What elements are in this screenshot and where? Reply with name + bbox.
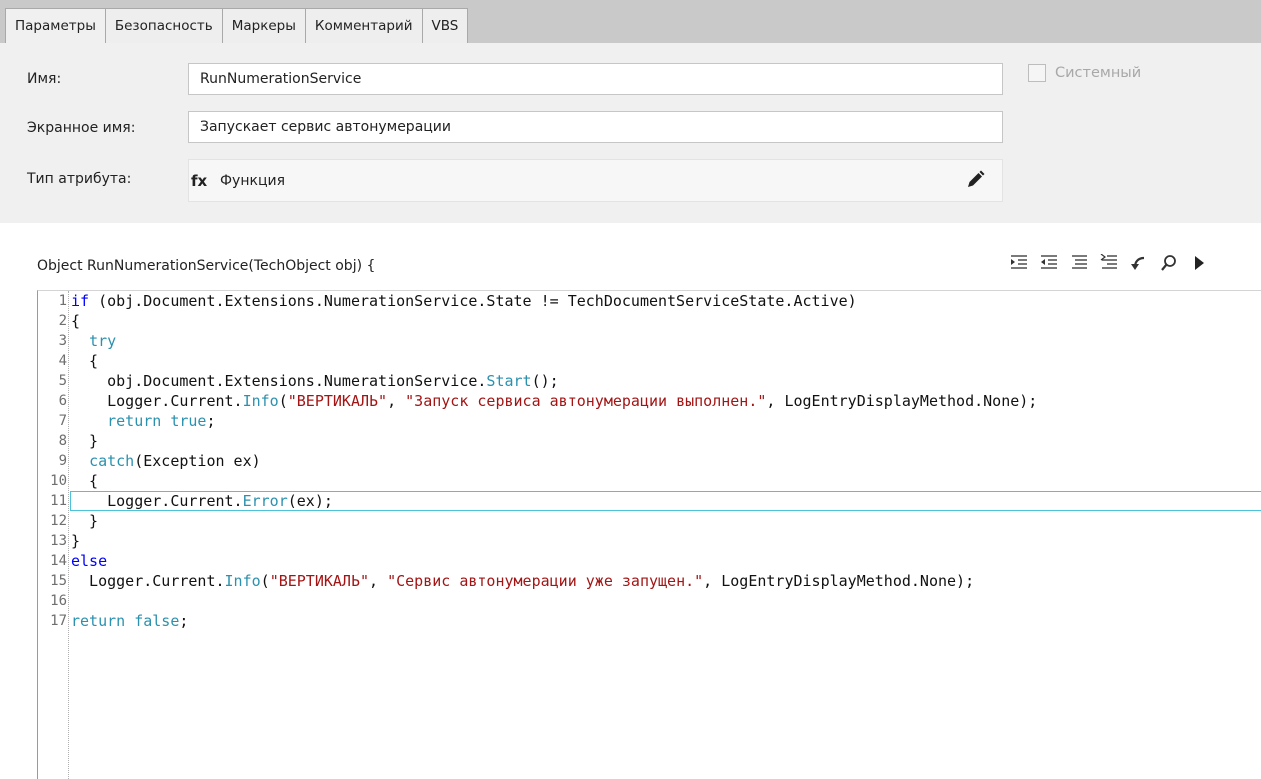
- code-text: try: [89, 332, 117, 350]
- attribute-type-label: Тип атрибута:: [27, 171, 132, 187]
- line-number: 12: [50, 513, 67, 529]
- line-number: 17: [50, 613, 67, 629]
- code-line[interactable]: 14 else: [38, 551, 1261, 571]
- code-line[interactable]: 2{: [38, 311, 1261, 331]
- name-label: Имя:: [27, 71, 62, 87]
- line-number: 2: [58, 313, 67, 329]
- edit-pencil-icon[interactable]: [965, 169, 985, 191]
- code-line[interactable]: 9 catch(Exception ex): [38, 451, 1261, 471]
- code-line[interactable]: 13}: [38, 531, 1261, 551]
- display-name-label: Экранное имя:: [27, 120, 136, 136]
- code-text: }: [71, 512, 99, 530]
- code-line[interactable]: 17 return false;: [38, 611, 1261, 631]
- code-toolbar: [1006, 251, 1216, 275]
- code-text: if (obj.Document.Extensions.NumerationSe…: [71, 292, 857, 310]
- code-line[interactable]: 8 }: [38, 431, 1261, 451]
- tab-comment[interactable]: Комментарий: [305, 8, 423, 43]
- code-text: Logger.Current.Error(ex);: [71, 492, 333, 510]
- attribute-type-value: Функция: [220, 173, 285, 189]
- code-text: }: [71, 432, 99, 450]
- code-line[interactable]: 10 {: [38, 471, 1261, 491]
- line-number: 4: [58, 353, 67, 369]
- code-line[interactable]: 15 Logger.Current.Info("ВЕРТИКАЛЬ", "Сер…: [38, 571, 1261, 591]
- undo-icon[interactable]: [1126, 251, 1152, 275]
- tab-bar: Параметры Безопасность Маркеры Комментар…: [0, 0, 1261, 44]
- comment-lines-icon[interactable]: [1066, 251, 1092, 275]
- code-text: Logger.Current.Info("ВЕРТИКАЛЬ", "Запуск…: [71, 392, 1038, 410]
- line-number: 1: [58, 293, 67, 309]
- code-line[interactable]: 11 Logger.Current.Error(ex);: [38, 491, 1261, 511]
- code-line[interactable]: 5 obj.Document.Extensions.NumerationServ…: [38, 371, 1261, 391]
- line-number: 5: [58, 373, 67, 389]
- line-number: 11: [50, 493, 67, 509]
- code-line[interactable]: 7 return true;: [38, 411, 1261, 431]
- code-text: obj.Document.Extensions.NumerationServic…: [71, 372, 559, 390]
- name-field[interactable]: RunNumerationService: [188, 63, 1003, 95]
- properties-panel: Имя: RunNumerationService Системный Экра…: [0, 43, 1261, 223]
- function-icon: fx: [191, 172, 208, 190]
- code-text: {: [71, 472, 99, 490]
- tab-vbs[interactable]: VBS: [422, 8, 469, 43]
- line-number: 8: [58, 433, 67, 449]
- code-text: }: [71, 532, 81, 550]
- run-icon[interactable]: [1186, 251, 1212, 275]
- line-number: 16: [50, 593, 67, 609]
- tab-parameters[interactable]: Параметры: [5, 8, 106, 44]
- code-text: Logger.Current.Info("ВЕРТИКАЛЬ", "Сервис…: [71, 572, 975, 590]
- code-text: catch(Exception ex): [89, 452, 261, 470]
- line-number: 13: [50, 533, 67, 549]
- code-line[interactable]: 4 {: [38, 351, 1261, 371]
- function-signature: Object RunNumerationService(TechObject o…: [37, 258, 376, 274]
- display-name-field[interactable]: Запускает сервис автонумерации: [188, 111, 1003, 143]
- line-number: 14: [50, 553, 67, 569]
- line-number: 6: [58, 393, 67, 409]
- code-editor[interactable]: 1 if (obj.Document.Extensions.NumerationS…: [37, 290, 1261, 779]
- tab-strip: Параметры Безопасность Маркеры Комментар…: [5, 8, 469, 44]
- code-line[interactable]: 12 }: [38, 511, 1261, 531]
- code-text: else: [71, 552, 108, 570]
- code-text: {: [71, 312, 81, 330]
- code-line[interactable]: 16: [38, 591, 1261, 611]
- line-number: 15: [50, 573, 67, 589]
- search-icon[interactable]: [1156, 251, 1182, 275]
- outdent-icon[interactable]: [1036, 251, 1062, 275]
- indent-icon[interactable]: [1006, 251, 1032, 275]
- tab-markers[interactable]: Маркеры: [222, 8, 306, 43]
- code-text: {: [71, 352, 99, 370]
- line-number: 9: [58, 453, 67, 469]
- line-number: 7: [58, 413, 67, 429]
- code-line[interactable]: 3 try: [38, 331, 1261, 351]
- code-text: return true;: [107, 412, 216, 430]
- code-line[interactable]: 6 Logger.Current.Info("ВЕРТИКАЛЬ", "Запу…: [38, 391, 1261, 411]
- attribute-type-field: fx Функция: [188, 159, 1003, 202]
- system-label: Системный: [1055, 65, 1142, 81]
- code-text: return false;: [71, 612, 189, 630]
- system-checkbox[interactable]: [1028, 64, 1046, 82]
- system-checkbox-group[interactable]: Системный: [1028, 64, 1141, 82]
- tab-security[interactable]: Безопасность: [105, 8, 223, 43]
- line-number: 3: [58, 333, 67, 349]
- code-line[interactable]: 1 if (obj.Document.Extensions.NumerationS…: [38, 291, 1261, 311]
- line-number: 10: [50, 473, 67, 489]
- uncomment-lines-icon[interactable]: [1096, 251, 1122, 275]
